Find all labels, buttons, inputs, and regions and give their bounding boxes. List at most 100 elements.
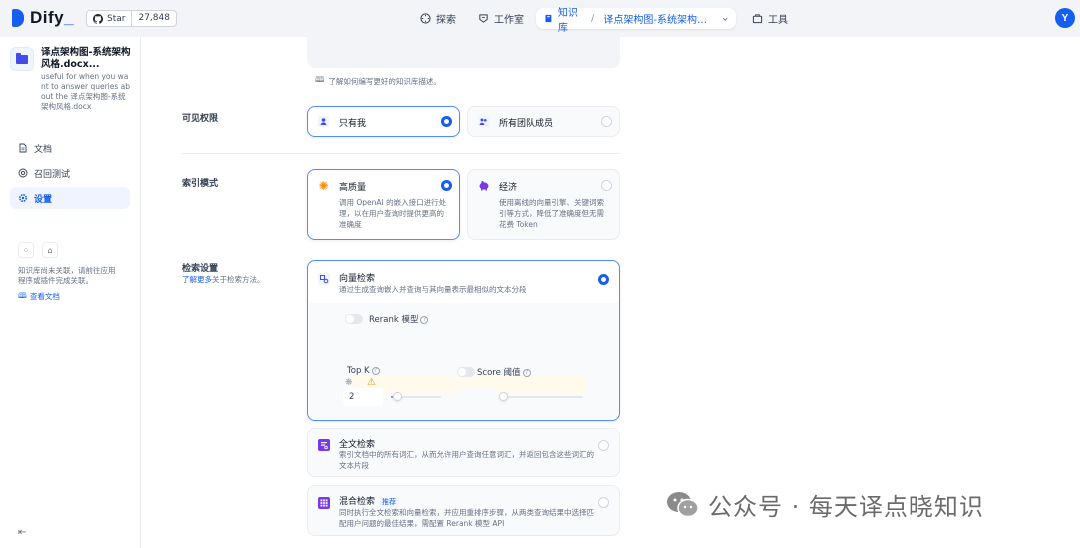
app-grid-icon: ⁘ xyxy=(18,242,34,258)
index-mode-high-quality[interactable]: ✺ 高质量 调用 OpenAI 的嵌入接口进行处理，以在用户查询时提供更高的准确… xyxy=(307,169,460,240)
vector-search-label: 向量检索 xyxy=(339,274,376,284)
retrieval-hybrid-search[interactable]: 混合检索 推荐 同时执行全文检索和向量检索，并应用重排序步骤，从两类查询结果中选择… xyxy=(307,485,620,536)
vector-search-radio[interactable] xyxy=(598,274,609,285)
sidebar-item-label: 召回测试 xyxy=(34,169,71,180)
nav-tools-label: 工具 xyxy=(768,15,788,26)
fulltext-search-desc: 索引文档中的所有词汇，从而允许用户查询任意词汇，并返回包含这些词汇的文本片段 xyxy=(339,450,594,470)
hybrid-search-label-row: 混合检索 推荐 xyxy=(339,494,400,507)
target-icon xyxy=(18,168,28,178)
index-mode-option-desc: 调用 OpenAI 的嵌入接口进行处理，以在用户查询时提供更高的准确度 xyxy=(339,198,447,229)
dataset-icon xyxy=(10,47,34,71)
rerank-toggle[interactable] xyxy=(345,314,363,324)
index-mode-option-desc: 使用离线的向量引擎、关键词索引等方式，降低了准确度但无需花费 Token xyxy=(499,198,604,229)
folder-icon xyxy=(16,52,28,64)
index-mode-option-label: 高质量 xyxy=(339,183,367,193)
retrieval-learn-more: 了解更多关于检索方法。 xyxy=(182,274,265,285)
dify-logo-text: Dify xyxy=(30,8,65,27)
hybrid-search-label: 混合检索 xyxy=(339,497,376,507)
permission-all-members-radio[interactable] xyxy=(601,116,612,127)
gear-icon xyxy=(18,193,28,203)
wechat-icon xyxy=(667,491,699,517)
nav-knowledge-label: 知识库 xyxy=(557,7,578,34)
github-star-count: 27,848 xyxy=(138,13,170,23)
score-slider-thumb[interactable] xyxy=(499,392,508,401)
vector-search-desc: 通过生成查询嵌入并查询与其向量表示最相似的文本分段 xyxy=(339,285,527,294)
collapse-sidebar-icon[interactable]: ⇤ xyxy=(18,527,26,538)
fulltext-search-icon xyxy=(317,438,330,451)
view-docs-label: 查看文档 xyxy=(29,292,60,301)
compass-icon xyxy=(420,13,431,24)
help-icon[interactable]: ? xyxy=(371,366,380,375)
studio-icon xyxy=(479,14,488,23)
index-mode-economy[interactable]: 经济 使用离线的向量引擎、关键词索引等方式，降低了准确度但无需花费 Token xyxy=(467,169,620,240)
description-textarea[interactable] xyxy=(307,37,620,68)
book-icon: 🕮 xyxy=(315,75,325,84)
nav-studio[interactable]: 工作室 xyxy=(478,8,524,29)
nav-tools[interactable]: 工具 xyxy=(752,8,788,29)
sun-icon: ✺ xyxy=(318,178,329,193)
recommended-badge: 推荐 xyxy=(379,497,400,507)
description-hint[interactable]: 🕮 了解如何编写更好的知识库描述。 xyxy=(315,74,441,88)
section-divider xyxy=(182,153,620,154)
hybrid-search-desc: 同时执行全文检索和向量检索，并应用重排序步骤，从两类查询结果中选择匹配用户问题的… xyxy=(339,508,594,528)
settings-panel: 🕮 了解如何编写更好的知识库描述。 可见权限 只有我 所有团队成员 索引模式 ✺… xyxy=(141,37,1080,548)
permission-option-only-me[interactable]: 只有我 xyxy=(307,106,460,137)
piggy-bank-icon xyxy=(477,179,490,192)
retrieval-fulltext-search[interactable]: 全文检索 索引文档中的所有词汇，从而允许用户查询任意词汇，并返回包含这些词汇的文… xyxy=(307,428,620,477)
nav-knowledge[interactable]: 知识库 / 译点架构图-系统架构风格.docx xyxy=(536,8,736,34)
help-icon[interactable]: ? xyxy=(522,368,531,377)
vector-search-icon xyxy=(317,272,330,285)
score-threshold-toggle[interactable] xyxy=(457,367,475,377)
toolbox-icon xyxy=(752,14,763,24)
retrieval-settings-label: 检索设置 xyxy=(182,264,219,274)
hybrid-search-radio[interactable] xyxy=(598,497,609,508)
chevron-down-icon[interactable] xyxy=(722,15,728,23)
dataset-description: useful for when you want to answer queri… xyxy=(41,72,131,111)
topk-input[interactable]: 2 xyxy=(343,388,383,406)
rerank-label: Rerank 模型? xyxy=(369,313,429,325)
view-docs-link[interactable]: 🕮 查看文档 xyxy=(18,290,130,303)
github-star-button[interactable]: Star xyxy=(87,11,133,26)
sidebar-item-settings[interactable]: 设置 xyxy=(10,187,130,209)
topk-label: Top K? xyxy=(347,366,380,376)
dify-logo-mark xyxy=(12,9,24,27)
sidebar-item-recall-test[interactable]: 召回测试 xyxy=(10,162,130,184)
dataset-title: 译点架构图-系统架构风格.docx... xyxy=(41,47,131,70)
team-icon xyxy=(477,115,490,128)
book-open-icon: 🕮 xyxy=(18,291,27,300)
index-mode-economy-radio[interactable] xyxy=(601,180,612,191)
learn-more-link[interactable]: 了解更多 xyxy=(182,275,212,284)
breadcrumb-dataset[interactable]: 译点架构图-系统架构风格.docx xyxy=(603,11,716,26)
score-slider-track[interactable] xyxy=(499,396,583,398)
vector-search-config: Rerank 模型? ❋ ⚠ Top K? Score 阈值? 2 xyxy=(309,303,619,419)
unlinked-notice-text: 知识库尚未关联，请前往应用程序或插件完成关联。 xyxy=(18,266,116,285)
top-bar: Dify _ Star 27,848 探索 工作室 知识库 / 译点架构图-系统架… xyxy=(0,0,1080,37)
index-mode-high-quality-radio[interactable] xyxy=(441,180,452,191)
nav-explore-label: 探索 xyxy=(436,15,456,26)
index-mode-option-label: 经济 xyxy=(499,183,518,193)
fulltext-search-radio[interactable] xyxy=(598,440,609,451)
sidebar-item-documents[interactable]: 文档 xyxy=(10,137,130,159)
help-icon[interactable]: ? xyxy=(420,315,429,324)
model-icon: ❋ xyxy=(345,378,353,388)
nav-explore[interactable]: 探索 xyxy=(420,8,456,29)
github-star-label: Star xyxy=(107,13,126,24)
book-icon xyxy=(545,14,552,23)
permission-option-all-members[interactable]: 所有团队成员 xyxy=(467,106,620,137)
user-icon xyxy=(317,115,330,128)
permission-only-me-radio[interactable] xyxy=(441,116,452,127)
topk-slider-thumb[interactable] xyxy=(393,392,402,401)
user-avatar[interactable]: Y xyxy=(1055,8,1075,28)
permission-option-label: 只有我 xyxy=(339,119,367,129)
permission-option-label: 所有团队成员 xyxy=(499,119,554,129)
learn-more-suffix: 关于检索方法。 xyxy=(212,275,265,284)
sidebar: 译点架构图-系统架构风格.docx... useful for when you… xyxy=(0,37,141,548)
github-star-widget[interactable]: Star 27,848 xyxy=(86,10,177,27)
breadcrumb-separator: / xyxy=(590,13,595,24)
score-threshold-input[interactable] xyxy=(457,388,497,406)
watermark-text: 公众号 · 每天译点晓知识 xyxy=(708,493,984,521)
retrieval-vector-search[interactable]: 向量检索 通过生成查询嵌入并查询与其向量表示最相似的文本分段 Rerank 模型… xyxy=(307,260,620,421)
dify-logo[interactable]: Dify _ xyxy=(12,8,74,28)
hybrid-search-icon xyxy=(317,496,330,509)
sidebar-item-label: 文档 xyxy=(34,144,53,155)
